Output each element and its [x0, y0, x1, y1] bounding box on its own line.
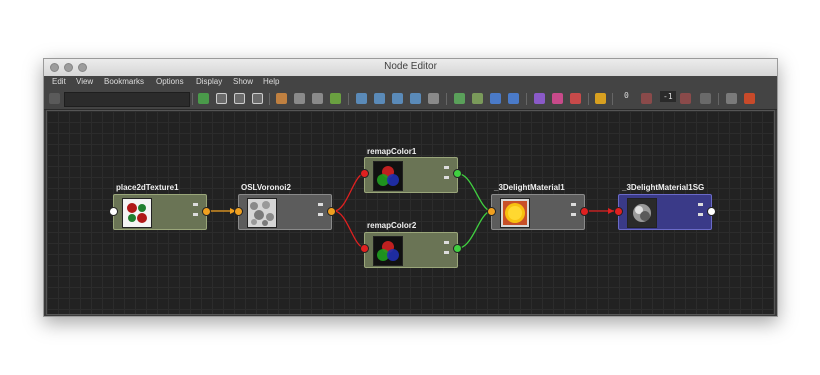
attribute-handle[interactable] [318, 213, 323, 216]
menu-view[interactable]: View [76, 77, 93, 86]
attribute-handle[interactable] [698, 213, 703, 216]
simple-mode-label[interactable]: 0 [624, 91, 629, 100]
menu-edit[interactable]: Edit [52, 77, 66, 86]
align-right-icon[interactable] [392, 93, 403, 104]
attribute-handle[interactable] [318, 203, 323, 206]
title-bar[interactable]: Node Editor [44, 59, 777, 77]
menu-bookmarks[interactable]: Bookmarks [104, 77, 144, 86]
output-port-remapcolor1[interactable] [453, 169, 462, 178]
node-label-remapcolor2: remapColor2 [367, 221, 417, 230]
clear-graph-icon[interactable] [252, 93, 263, 104]
node-place2dtexture1[interactable] [113, 194, 207, 230]
attribute-handle[interactable] [698, 203, 703, 206]
search-field[interactable] [64, 92, 190, 107]
next-view-icon[interactable] [508, 93, 519, 104]
wire-remap2-to-material [459, 210, 491, 249]
menu-show[interactable]: Show [233, 77, 253, 86]
node-label-3delightmaterial1: _3DelightMaterial1 [494, 183, 565, 192]
menu-display[interactable]: Display [196, 77, 222, 86]
node-remapcolor2[interactable] [364, 232, 458, 268]
input-port-3delightmaterial1sg[interactable] [614, 207, 623, 216]
connect-mode-icon[interactable] [552, 93, 563, 104]
attribute-handle[interactable] [571, 203, 576, 206]
align-top-icon[interactable] [410, 93, 421, 104]
checker-texture-icon [122, 198, 152, 228]
output-port-remapcolor2[interactable] [453, 244, 462, 253]
attribute-handle[interactable] [193, 203, 198, 206]
node-editor-window: Node Editor Edit View Bookmarks Options … [43, 58, 778, 317]
dots-mode-icon[interactable] [700, 93, 711, 104]
disconnect-mode-icon[interactable] [570, 93, 581, 104]
attribute-handle[interactable] [571, 213, 576, 216]
align-center-icon[interactable] [374, 93, 385, 104]
pin-node-icon[interactable] [276, 93, 287, 104]
attribute-view-icon[interactable] [294, 93, 305, 104]
toolbar-separator [588, 93, 589, 105]
grid-nodes-icon[interactable] [330, 93, 341, 104]
distribute-icon[interactable] [428, 93, 439, 104]
previous-view-icon[interactable] [490, 93, 501, 104]
toolbar-separator [526, 93, 527, 105]
menu-bar: Edit View Bookmarks Options Display Show… [44, 76, 777, 89]
toolbar: 0 -1 [44, 89, 777, 110]
custom-mode-icon[interactable] [680, 93, 691, 104]
node-label-remapcolor1: remapColor1 [367, 147, 417, 156]
full-mode-label[interactable]: -1 [660, 91, 676, 102]
rgb-remap-icon [373, 236, 403, 266]
wire-voronoi-to-remap2 [333, 210, 365, 249]
node-3delightmaterial1sg[interactable] [618, 194, 712, 230]
noise-texture-icon [247, 198, 277, 228]
node-remapcolor1[interactable] [364, 157, 458, 193]
toolbar-separator [348, 93, 349, 105]
attribute-handle[interactable] [444, 166, 449, 169]
attribute-handle[interactable] [193, 213, 198, 216]
output-port-place2dtexture1[interactable] [202, 207, 211, 216]
input-port-place2dtexture1[interactable] [109, 207, 118, 216]
window-title: Node Editor [384, 61, 437, 72]
node-label-3delightmaterial1sg: _3DelightMaterial1SG [622, 183, 705, 192]
attribute-handle[interactable] [444, 241, 449, 244]
interaction-hand-icon[interactable] [595, 93, 606, 104]
graph-output-icon[interactable] [234, 93, 245, 104]
connected-mode-icon[interactable] [641, 93, 652, 104]
swatch-display-icon[interactable] [534, 93, 545, 104]
wire-remap1-to-material [459, 173, 491, 212]
input-port-3delightmaterial1[interactable] [487, 207, 496, 216]
toolbar-separator [269, 93, 270, 105]
node-graph-canvas[interactable]: place2dTexture1 OSLVoronoi2 remapColor1 [46, 110, 775, 315]
layout-graph-icon[interactable] [454, 93, 465, 104]
attribute-handle[interactable] [444, 176, 449, 179]
rgb-remap-icon [373, 161, 403, 191]
align-left-icon[interactable] [356, 93, 367, 104]
toolbar-separator [612, 93, 613, 105]
menu-options[interactable]: Options [156, 77, 184, 86]
node-type-icon[interactable] [49, 93, 60, 104]
attribute-filter-icon[interactable] [312, 93, 323, 104]
toolbar-separator [192, 93, 193, 105]
menu-help[interactable]: Help [263, 77, 279, 86]
graph-input-icon[interactable] [216, 93, 227, 104]
node-oslvoronoi2[interactable] [238, 194, 332, 230]
grid-toggle-icon[interactable] [726, 93, 737, 104]
input-port-remapcolor1[interactable] [360, 169, 369, 178]
layout-selected-icon[interactable] [472, 93, 483, 104]
output-port-oslvoronoi2[interactable] [327, 207, 336, 216]
output-port-3delightmaterial1[interactable] [580, 207, 589, 216]
node-label-oslvoronoi2: OSLVoronoi2 [241, 183, 291, 192]
wire-voronoi-to-remap1 [333, 172, 365, 212]
node-3delightmaterial1[interactable] [491, 194, 585, 230]
input-port-remapcolor2[interactable] [360, 244, 369, 253]
toolbar-separator [446, 93, 447, 105]
output-port-3delightmaterial1sg[interactable] [707, 207, 716, 216]
node-label-place2dtexture1: place2dTexture1 [116, 183, 179, 192]
graph-input-output-icon[interactable] [198, 93, 209, 104]
toolbar-separator [718, 93, 719, 105]
attribute-handle[interactable] [444, 251, 449, 254]
shading-group-icon [627, 198, 657, 228]
input-port-oslvoronoi2[interactable] [234, 207, 243, 216]
sun-material-icon [500, 198, 530, 228]
highlight-icon[interactable] [744, 93, 755, 104]
